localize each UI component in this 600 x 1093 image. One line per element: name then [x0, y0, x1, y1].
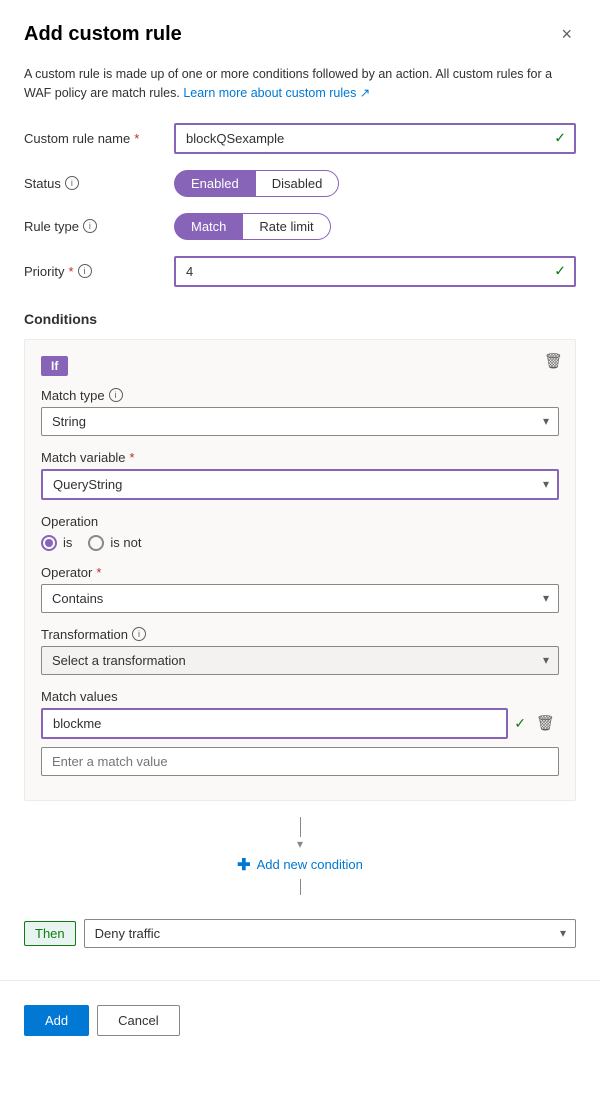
status-enabled-button[interactable]: Enabled: [174, 170, 255, 197]
priority-row: Priority * i ✓: [24, 256, 576, 287]
dialog-header: Add custom rule ×: [24, 20, 576, 49]
arrow-down-line: [300, 817, 301, 837]
operator-required: *: [96, 565, 101, 580]
then-action-select[interactable]: Deny traffic Allow traffic Log traffic R…: [84, 919, 576, 948]
match-value-row-2: [41, 747, 559, 776]
footer-divider: [0, 980, 600, 981]
operation-is-not-label[interactable]: is not: [88, 535, 141, 551]
custom-rule-name-input[interactable]: [174, 123, 576, 154]
arrow-down-line-2: [300, 879, 301, 895]
arrow-down-icon: ▾: [297, 837, 303, 851]
status-disabled-button[interactable]: Disabled: [255, 170, 340, 197]
match-value-delete-button[interactable]: 🗑: [532, 712, 559, 734]
match-value-input-2[interactable]: [41, 747, 559, 776]
add-custom-rule-dialog: Add custom rule × A custom rule is made …: [0, 0, 600, 1093]
operation-is-label[interactable]: is: [41, 535, 72, 551]
match-type-select[interactable]: String IP address Geo location Request r…: [41, 407, 559, 436]
then-row: Then Deny traffic Allow traffic Log traf…: [24, 919, 576, 948]
add-condition-area: ▾ ✚ Add new condition: [24, 817, 576, 895]
match-value-row-1: ✓ 🗑: [41, 708, 559, 739]
match-type-label: Match type i: [41, 388, 559, 403]
match-variable-select-wrap: QueryString RequestUri RequestBody Remot…: [41, 469, 559, 500]
transformation-label: Transformation i: [41, 627, 559, 642]
match-type-info-icon[interactable]: i: [109, 388, 123, 402]
custom-rule-name-label: Custom rule name *: [24, 131, 174, 146]
match-values-label: Match values: [41, 689, 559, 704]
operation-label: Operation: [41, 514, 559, 529]
rule-type-info-icon[interactable]: i: [83, 219, 97, 233]
operator-select-wrap: Contains Equals StartsWith EndsWith RegE…: [41, 584, 559, 613]
priority-label: Priority * i: [24, 264, 174, 279]
required-indicator: *: [134, 131, 139, 146]
if-badge: If: [41, 356, 68, 376]
priority-required: *: [68, 264, 73, 279]
rule-type-row: Rule type i Match Rate limit: [24, 213, 576, 240]
operation-section: Operation is is not: [41, 514, 559, 551]
status-info-icon[interactable]: i: [65, 176, 79, 190]
conditions-title: Conditions: [24, 311, 576, 327]
dialog-description: A custom rule is made up of one or more …: [24, 65, 576, 103]
operation-is-radio[interactable]: [41, 535, 57, 551]
operation-is-not-radio[interactable]: [88, 535, 104, 551]
close-button[interactable]: ×: [557, 20, 576, 49]
match-value-input-1[interactable]: [41, 708, 508, 739]
rule-type-rate-limit-button[interactable]: Rate limit: [242, 213, 330, 240]
priority-input[interactable]: [174, 256, 576, 287]
footer-buttons: Add Cancel: [24, 997, 576, 1056]
valid-check-icon: ✓: [554, 130, 566, 147]
status-label: Status i: [24, 176, 174, 191]
status-toggle-group: Enabled Disabled: [174, 170, 576, 197]
status-row: Status i Enabled Disabled: [24, 170, 576, 197]
operator-label: Operator *: [41, 565, 559, 580]
cancel-button[interactable]: Cancel: [97, 1005, 179, 1036]
plus-icon: ✚: [237, 855, 250, 875]
priority-check-icon: ✓: [554, 263, 566, 280]
rule-type-match-button[interactable]: Match: [174, 213, 242, 240]
rule-type-label: Rule type i: [24, 219, 174, 234]
add-new-condition-button[interactable]: ✚ Add new condition: [237, 851, 363, 879]
custom-rule-name-row: Custom rule name * ✓: [24, 123, 576, 154]
dialog-title: Add custom rule: [24, 23, 182, 46]
add-button[interactable]: Add: [24, 1005, 89, 1036]
priority-info-icon[interactable]: i: [78, 264, 92, 278]
learn-more-link[interactable]: Learn more about custom rules ↗: [183, 86, 370, 100]
delete-condition-icon[interactable]: 🗑: [544, 352, 563, 370]
conditions-section: Conditions If 🗑 Match type i String IP a…: [24, 311, 576, 907]
condition-box: If 🗑 Match type i String IP address Geo …: [24, 339, 576, 801]
match-type-select-wrap: String IP address Geo location Request r…: [41, 407, 559, 436]
then-badge: Then: [24, 921, 76, 946]
match-variable-required: *: [130, 450, 135, 465]
match-variable-label: Match variable *: [41, 450, 559, 465]
match-value-check-icon: ✓: [514, 715, 526, 732]
transformation-info-icon[interactable]: i: [132, 627, 146, 641]
rule-type-toggle-group: Match Rate limit: [174, 213, 576, 240]
match-values-section: Match values ✓ 🗑: [41, 689, 559, 776]
operator-select[interactable]: Contains Equals StartsWith EndsWith RegE…: [41, 584, 559, 613]
then-select-wrap: Deny traffic Allow traffic Log traffic R…: [84, 919, 576, 948]
match-variable-select[interactable]: QueryString RequestUri RequestBody Remot…: [41, 469, 559, 500]
transformation-select-wrap: Select a transformation Lowercase Trim U…: [41, 646, 559, 675]
transformation-select[interactable]: Select a transformation Lowercase Trim U…: [41, 646, 559, 675]
operation-radio-group: is is not: [41, 535, 559, 551]
